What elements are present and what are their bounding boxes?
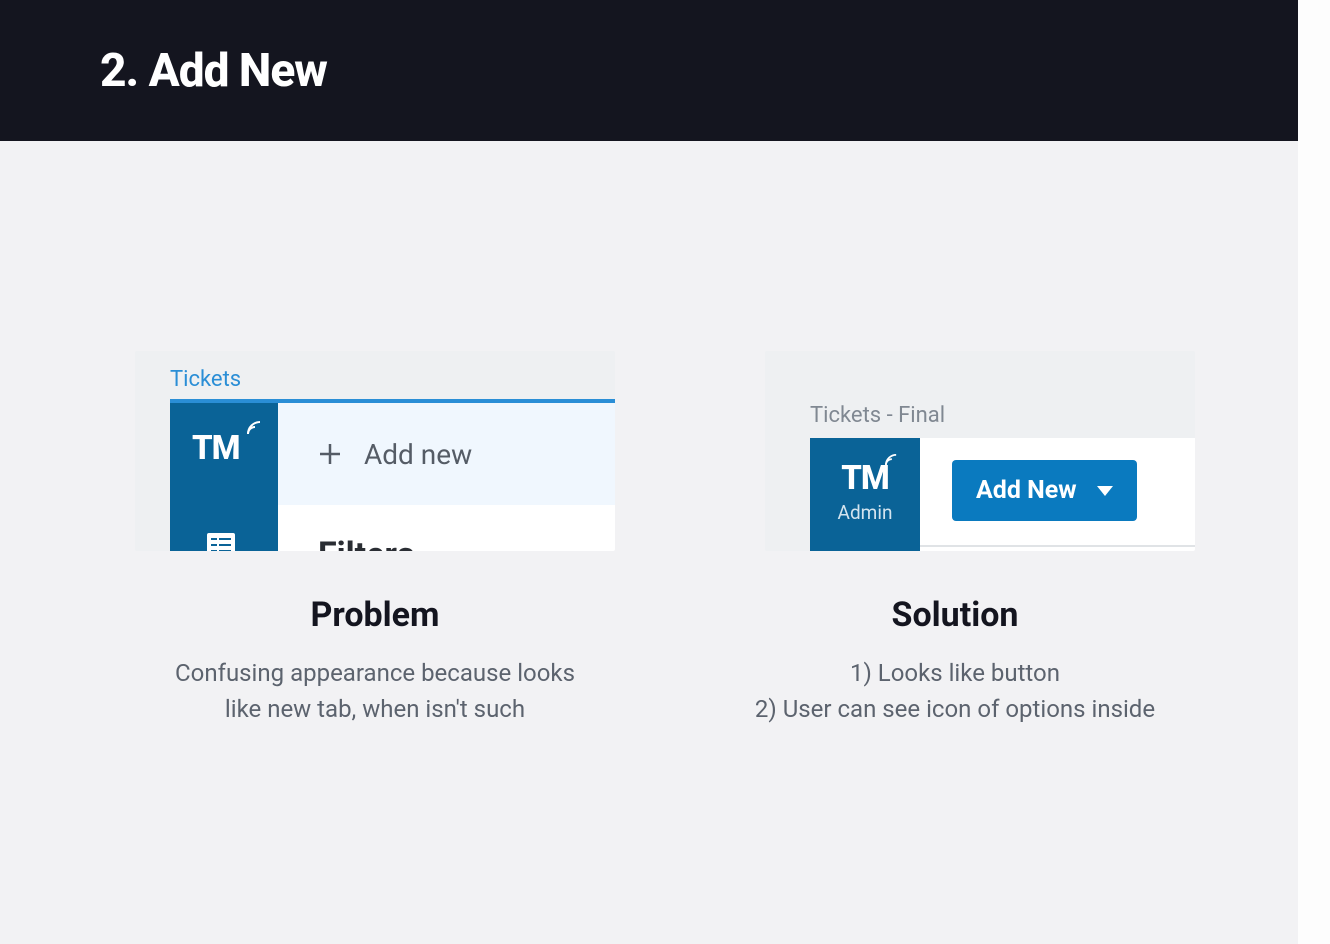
- list-icon: [207, 533, 235, 551]
- admin-label: Admin: [838, 501, 893, 524]
- signal-icon: [885, 454, 897, 466]
- filters-row: Filters: [278, 505, 615, 551]
- filters-label: Filters: [318, 535, 414, 551]
- add-new-button-label: Add New: [976, 476, 1077, 505]
- tm-logo: TM: [192, 429, 240, 468]
- scrollbar-track[interactable]: [1298, 0, 1330, 944]
- problem-column: Tickets TM Add n: [135, 351, 615, 727]
- sidebar: TM Admin: [810, 438, 920, 551]
- solution-mockup: Tickets - Final TM Admin Add New: [765, 351, 1195, 551]
- signal-icon: [247, 421, 261, 435]
- problem-line1: Confusing appearance because looks: [175, 659, 575, 687]
- divider: [920, 545, 1195, 547]
- tm-logo-text: TM: [841, 459, 889, 498]
- page-title: 2. Add New: [100, 44, 327, 98]
- solution-heading: Solution: [892, 595, 1019, 635]
- add-new-row[interactable]: Add new: [278, 403, 615, 505]
- problem-mockup: Tickets TM Add n: [135, 351, 615, 551]
- problem-description: Confusing appearance because looks like …: [175, 655, 575, 727]
- solution-line2: 2) User can see icon of options inside: [755, 695, 1155, 723]
- chevron-down-icon: [1097, 486, 1113, 496]
- solution-column: Tickets - Final TM Admin Add New: [715, 351, 1195, 727]
- sidebar: [170, 403, 278, 551]
- problem-heading: Problem: [311, 595, 440, 635]
- main-area: Add New: [920, 438, 1195, 551]
- problem-line2: like new tab, when isn't such: [225, 695, 525, 723]
- solution-description: 1) Looks like button 2) User can see ico…: [755, 655, 1155, 727]
- solution-line1: 1) Looks like button: [850, 659, 1060, 687]
- page-header: 2. Add New: [0, 0, 1330, 141]
- tab-tickets-final[interactable]: Tickets - Final: [810, 403, 945, 428]
- tm-logo: TM: [841, 462, 889, 495]
- add-new-label: Add new: [364, 438, 472, 471]
- add-new-button[interactable]: Add New: [952, 460, 1137, 521]
- plus-icon: [318, 442, 342, 466]
- content-row: Tickets TM Add n: [0, 141, 1330, 727]
- tab-tickets[interactable]: Tickets: [170, 367, 241, 392]
